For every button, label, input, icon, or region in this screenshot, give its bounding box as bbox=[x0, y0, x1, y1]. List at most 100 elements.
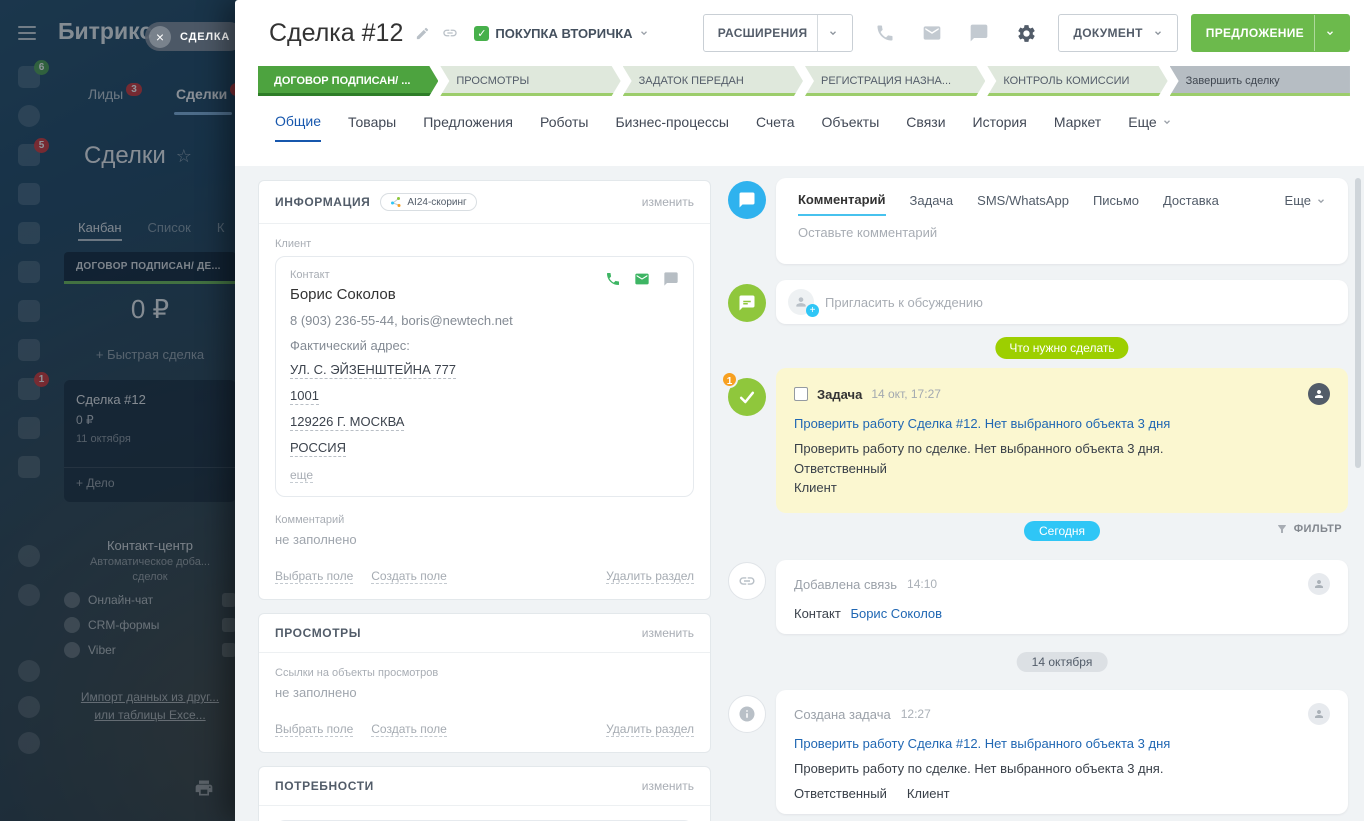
tab-history[interactable]: История bbox=[973, 113, 1027, 142]
mail-button[interactable] bbox=[913, 14, 951, 52]
task-author-avatar[interactable] bbox=[1308, 383, 1330, 405]
contact-address-line-3[interactable]: 129226 Г. МОСКВА bbox=[290, 414, 405, 431]
phone-button[interactable] bbox=[866, 14, 904, 52]
info-create-field-link[interactable]: Создать поле bbox=[371, 569, 447, 584]
tab-market[interactable]: Маркет bbox=[1054, 113, 1101, 142]
task-responsible-label: Ответственный bbox=[794, 460, 887, 476]
comment-empty-value[interactable]: не заполнено bbox=[275, 532, 694, 547]
views-empty-value[interactable]: не заполнено bbox=[275, 685, 694, 700]
timeline-tab-sms[interactable]: SMS/WhatsApp bbox=[977, 192, 1069, 216]
timeline-tab-task[interactable]: Задача bbox=[910, 192, 954, 216]
tab-offers[interactable]: Предложения bbox=[423, 113, 513, 142]
views-section: ПРОСМОТРЫ изменить Ссылки на объекты про… bbox=[258, 613, 711, 753]
stage-contract-signed[interactable]: ДОГОВОР ПОДПИСАН/ ... bbox=[258, 66, 438, 96]
deal-tabs: Общие Товары Предложения Роботы Бизнес-п… bbox=[235, 96, 1364, 142]
stage-viewings[interactable]: ПРОСМОТРЫ bbox=[440, 66, 620, 96]
views-field-label: Ссылки на объекты просмотров bbox=[275, 667, 439, 679]
contact-address-line-2[interactable]: 1001 bbox=[290, 388, 319, 405]
contact-address-line-1[interactable]: УЛ. С. ЭЙЗЕНШТЕЙНА 777 bbox=[290, 362, 457, 379]
fields-column: ИНФОРМАЦИЯ AI24-скоринг изменить Клиент … bbox=[258, 180, 711, 821]
info-delete-section-link[interactable]: Удалить раздел bbox=[606, 569, 694, 584]
timeline-tab-mail[interactable]: Письмо bbox=[1093, 192, 1139, 216]
task-title-link[interactable]: Проверить работу Сделка #12. Нет выбранн… bbox=[794, 416, 1330, 431]
funnel-check-icon: ✓ bbox=[474, 25, 490, 41]
ai-scoring-badge[interactable]: AI24-скоринг bbox=[380, 193, 477, 211]
link-event-label: Контакт bbox=[794, 606, 841, 621]
event-title: Добавлена связь bbox=[794, 576, 898, 592]
tab-general[interactable]: Общие bbox=[275, 113, 322, 142]
tab-objects[interactable]: Объекты bbox=[822, 113, 880, 142]
views-edit-link[interactable]: изменить bbox=[642, 626, 694, 640]
divider bbox=[817, 15, 819, 51]
task-counter-badge: 1 bbox=[721, 371, 738, 388]
call-contact-icon[interactable] bbox=[605, 271, 621, 287]
copy-link-icon[interactable] bbox=[442, 25, 458, 41]
timeline-info-icon bbox=[728, 695, 766, 733]
contact-phone-email[interactable]: 8 (903) 236-55-44, boris@newtech.net bbox=[290, 313, 679, 328]
filter-button[interactable]: Фильтр bbox=[1276, 523, 1342, 535]
chevron-down-icon bbox=[640, 31, 647, 36]
linked-contact-link[interactable]: Борис Соколов bbox=[850, 606, 942, 621]
views-delete-section-link[interactable]: Удалить раздел bbox=[606, 722, 694, 737]
info-edit-link[interactable]: изменить bbox=[642, 195, 694, 209]
tab-invoices[interactable]: Счета bbox=[756, 113, 795, 142]
invite-label: Пригласить к обсуждению bbox=[825, 294, 983, 310]
timeline-tab-more[interactable]: Еще bbox=[1285, 192, 1326, 216]
info-section-title: ИНФОРМАЦИЯ bbox=[275, 195, 371, 209]
created-task-link[interactable]: Проверить работу Сделка #12. Нет выбранн… bbox=[794, 736, 1330, 751]
stage-finish-deal[interactable]: Завершить сделку bbox=[1169, 66, 1350, 96]
stage-deposit[interactable]: ЗАДАТОК ПЕРЕДАН bbox=[623, 66, 803, 96]
task-created-card: Создана задача 12:27 Проверить работу Сд… bbox=[776, 690, 1348, 814]
divider bbox=[1314, 15, 1315, 51]
invite-to-discussion[interactable]: + Пригласить к обсуждению bbox=[776, 280, 1348, 324]
timeline-tab-comment[interactable]: Комментарий bbox=[798, 192, 886, 216]
chat-contact-icon[interactable] bbox=[663, 271, 679, 287]
deal-title[interactable]: Сделка #12 bbox=[269, 19, 403, 48]
settings-button[interactable] bbox=[1007, 14, 1045, 52]
tab-robots[interactable]: Роботы bbox=[540, 113, 588, 142]
views-create-field-link[interactable]: Создать поле bbox=[371, 722, 447, 737]
chat-button[interactable] bbox=[960, 14, 998, 52]
contact-name[interactable]: Борис Соколов bbox=[290, 286, 679, 303]
stage-registration[interactable]: РЕГИСТРАЦИЯ НАЗНА... bbox=[805, 66, 985, 96]
comment-input[interactable]: Оставьте комментарий bbox=[776, 216, 1348, 249]
tab-links[interactable]: Связи bbox=[906, 113, 945, 142]
email-contact-icon[interactable] bbox=[634, 271, 650, 287]
contact-more-link[interactable]: еще bbox=[290, 468, 314, 483]
event-author-avatar[interactable] bbox=[1308, 573, 1330, 595]
timeline-scrollbar[interactable] bbox=[1355, 178, 1361, 468]
deal-header: Сделка #12 ✓ ПОКУПКА ВТОРИЧКА РАСШИРЕНИЯ bbox=[235, 0, 1364, 52]
task-checkbox[interactable] bbox=[794, 387, 808, 401]
chevron-down-icon bbox=[1154, 31, 1161, 36]
slider-label-chip: × СДЕЛКА bbox=[145, 22, 245, 51]
event-time: 14:10 bbox=[907, 577, 938, 591]
contact-address-line-4[interactable]: РОССИЯ bbox=[290, 440, 347, 457]
header-actions: РАСШИРЕНИЯ ДОКУМЕНТ ПРЕДЛОЖЕНИЕ bbox=[702, 14, 1350, 52]
edit-title-icon[interactable] bbox=[415, 26, 430, 41]
document-button[interactable]: ДОКУМЕНТ bbox=[1058, 14, 1178, 52]
info-select-field-link[interactable]: Выбрать поле bbox=[275, 569, 354, 584]
slider-label: СДЕЛКА bbox=[180, 30, 231, 43]
tab-bizproc[interactable]: Бизнес-процессы bbox=[615, 113, 728, 142]
needs-section: ПОТРЕБНОСТИ изменить bbox=[258, 766, 711, 821]
event-author-avatar[interactable] bbox=[1308, 703, 1330, 725]
timeline-tab-delivery[interactable]: Доставка bbox=[1163, 192, 1219, 216]
extensions-button[interactable]: РАСШИРЕНИЯ bbox=[702, 14, 854, 52]
tab-more[interactable]: Еще bbox=[1128, 113, 1172, 142]
timeline-link-icon bbox=[728, 562, 766, 600]
task-timeline-card: Задача 14 окт, 17:27 Проверить работу Сд… bbox=[776, 368, 1348, 513]
close-icon[interactable]: × bbox=[149, 25, 171, 48]
needs-section-title: ПОТРЕБНОСТИ bbox=[275, 779, 374, 793]
today-pill: Сегодня bbox=[1024, 521, 1100, 541]
channel-buttons bbox=[866, 14, 1045, 52]
stage-commission-control[interactable]: КОНТРОЛЬ КОМИССИИ bbox=[987, 66, 1167, 96]
offer-button[interactable]: ПРЕДЛОЖЕНИЕ bbox=[1190, 14, 1350, 52]
deal-content: ИНФОРМАЦИЯ AI24-скоринг изменить Клиент … bbox=[235, 166, 1364, 821]
needs-edit-link[interactable]: изменить bbox=[642, 779, 694, 793]
funnel-selector[interactable]: ✓ ПОКУПКА ВТОРИЧКА bbox=[474, 25, 648, 41]
tab-products[interactable]: Товары bbox=[348, 113, 396, 142]
created-task-body: Проверить работу по сделке. Нет выбранно… bbox=[794, 761, 1164, 776]
views-select-field-link[interactable]: Выбрать поле bbox=[275, 722, 354, 737]
client-field-label: Клиент bbox=[275, 238, 312, 250]
todo-pill: Что нужно сделать bbox=[995, 337, 1129, 359]
